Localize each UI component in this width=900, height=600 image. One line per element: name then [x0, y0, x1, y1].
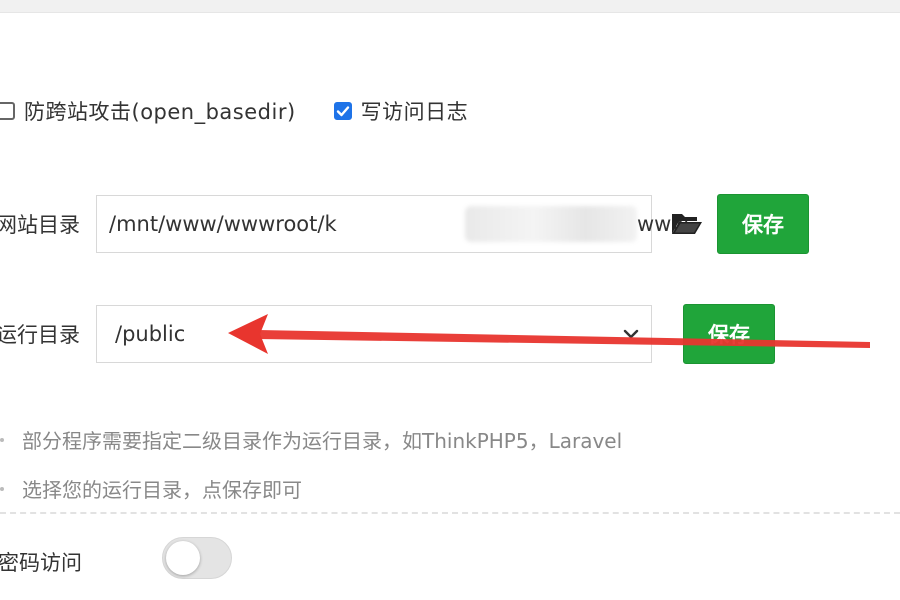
anti-xss-option[interactable]: 防跨站攻击(open_basedir): [0, 96, 296, 126]
write-log-checkbox[interactable]: [333, 102, 352, 120]
password-access-toggle[interactable]: [162, 537, 232, 579]
site-dir-input[interactable]: /mnt/www/wwwroot/k www: [96, 195, 689, 253]
site-dir-save-button[interactable]: 保存: [717, 194, 809, 254]
redacted-mask: [465, 206, 637, 242]
toggle-knob: [166, 541, 200, 575]
password-access-label: 密码访问: [0, 551, 82, 575]
divider: [0, 512, 900, 514]
anti-xss-checkbox[interactable]: [0, 102, 15, 120]
run-dir-select[interactable]: /public: [96, 305, 652, 363]
chevron-down-icon: [623, 329, 639, 339]
tip-item: 选择您的运行目录，点保存即可: [0, 474, 302, 503]
run-dir-label: 运行目录: [0, 323, 80, 347]
site-dir-label: 网站目录: [0, 213, 80, 237]
folder-icon[interactable]: [671, 210, 703, 236]
site-dir-value-prefix: /mnt/www/wwwroot/k: [109, 212, 337, 236]
annotation-arrow: [228, 314, 870, 354]
write-log-label: 写访问日志: [360, 100, 469, 124]
options-row: 防跨站攻击(open_basedir) 写访问日志: [0, 96, 468, 126]
run-dir-save-button[interactable]: 保存: [683, 304, 775, 364]
tip-item: 部分程序需要指定二级目录作为运行目录，如ThinkPHP5，Laravel: [0, 425, 622, 454]
checkmark-icon: [336, 106, 349, 117]
write-log-option[interactable]: 写访问日志: [333, 96, 469, 126]
anti-xss-label: 防跨站攻击(open_basedir): [24, 100, 296, 124]
top-bar: [0, 0, 900, 13]
run-dir-value: /public: [115, 322, 186, 346]
